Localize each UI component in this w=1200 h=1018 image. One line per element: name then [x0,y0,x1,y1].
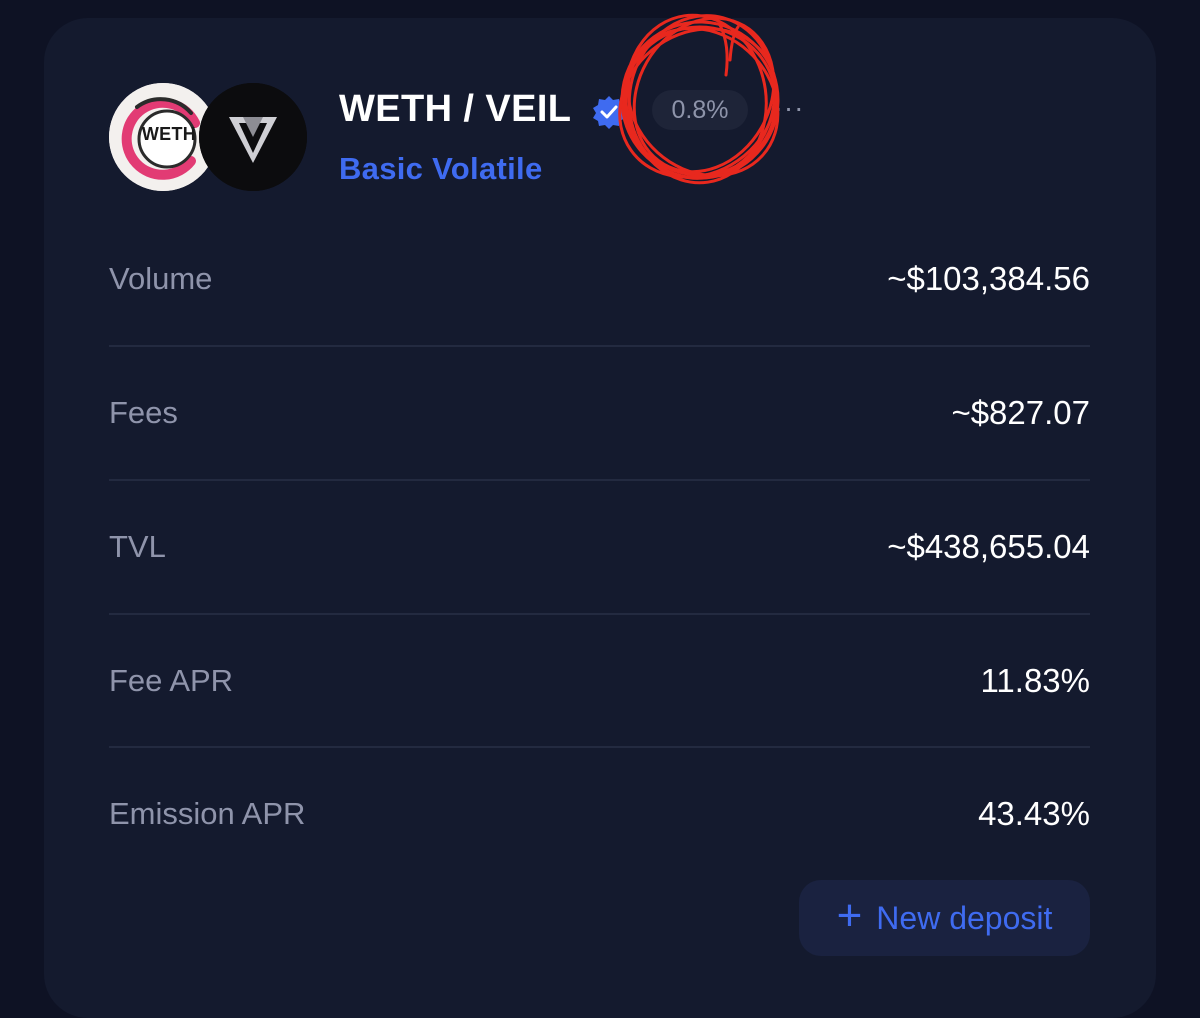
pool-title: WETH / VEIL [339,88,572,130]
veil-token-icon [199,83,307,191]
stat-label: Emission APR [109,796,306,831]
stat-value: ~$103,384.56 [887,260,1090,297]
weth-logo-text: WETH [141,124,197,144]
stat-value: ~$827.07 [951,394,1090,431]
stat-row-fee-apr: Fee APR 11.83% [109,614,1090,748]
fee-tier-badge: 0.8% [652,90,748,130]
stat-value: ~$438,655.04 [887,528,1090,565]
stat-label: TVL [109,529,166,564]
plus-icon: + [836,891,863,940]
stat-row-tvl: TVL ~$438,655.04 [109,480,1090,614]
new-deposit-label: New deposit [876,899,1053,936]
stat-row-fees: Fees ~$827.07 [109,346,1090,480]
stat-value: 11.83% [980,662,1090,699]
verified-check-icon [591,94,627,130]
token-pair-logos: WETH [109,83,309,193]
stat-row-volume: Volume ~$103,384.56 [109,212,1090,346]
new-deposit-button[interactable]: + New deposit [799,880,1090,956]
stat-label: Volume [109,261,213,296]
pool-type-label[interactable]: Basic Volatile [339,151,543,187]
stat-label: Fees [109,395,178,430]
more-options-icon[interactable]: ··· [772,90,806,126]
stat-row-emission-apr: Emission APR 43.43% [109,747,1090,881]
stat-label: Fee APR [109,663,234,698]
stat-value: 43.43% [978,795,1090,832]
